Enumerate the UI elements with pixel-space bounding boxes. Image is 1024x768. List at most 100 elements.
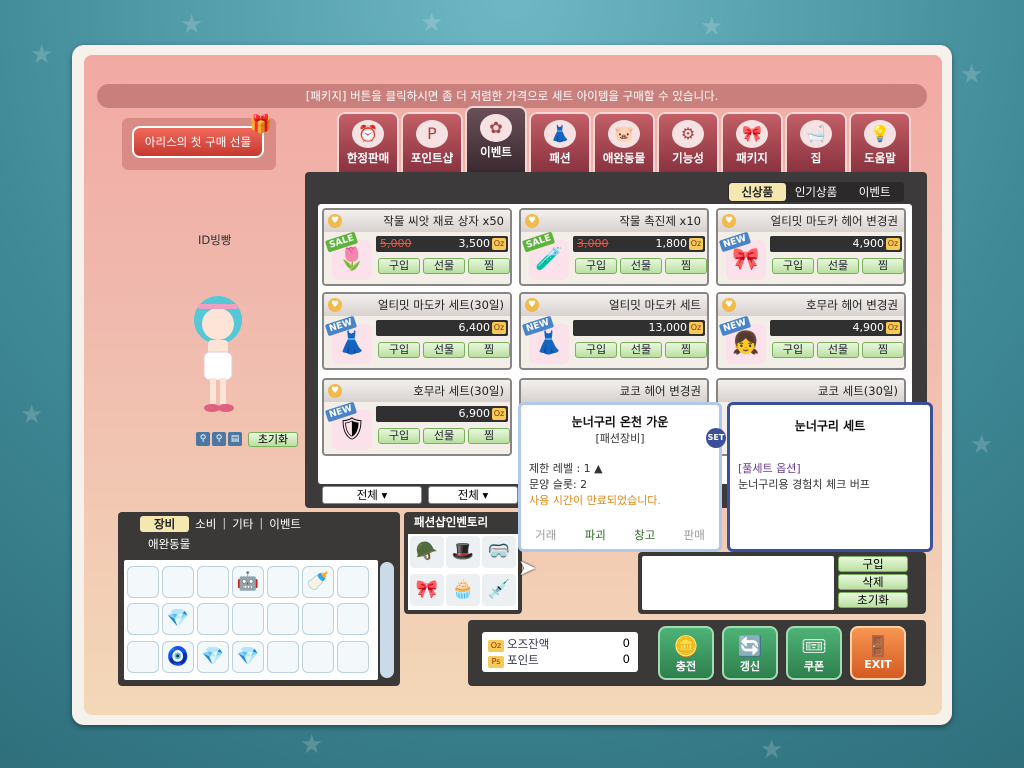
- sell-button[interactable]: 판매: [684, 527, 705, 543]
- inventory-slot[interactable]: [302, 640, 334, 673]
- pose-icon[interactable]: ⚲: [212, 432, 226, 446]
- tab-event[interactable]: ✿ 이벤트: [465, 106, 527, 172]
- wish-heart-icon[interactable]: ♥: [328, 384, 342, 398]
- wishlist-button[interactable]: 찜: [468, 258, 510, 274]
- tab-point-shop[interactable]: P 포인트샵: [401, 112, 463, 172]
- inventory-slot[interactable]: [232, 603, 264, 636]
- inv-tab-pets[interactable]: 애완동물: [148, 536, 190, 552]
- fashion-slot[interactable]: 🪖: [410, 536, 444, 568]
- inventory-slot[interactable]: 🧿: [162, 640, 194, 673]
- button-label: 충전: [675, 660, 697, 673]
- inv-tab-equip[interactable]: 장비: [140, 516, 190, 532]
- inventory-slot[interactable]: 💎: [197, 640, 229, 673]
- wishlist-button[interactable]: 찜: [468, 342, 510, 358]
- character-reset-button[interactable]: 초기화: [248, 432, 298, 447]
- filter-dropdown[interactable]: 전체 ▾: [322, 486, 422, 504]
- item-card[interactable]: 호무라 세트(30일) ♥ 🛡 NEW 6,900 Oz 구입 선물 찜: [322, 378, 512, 456]
- refresh-button[interactable]: 🔄 갱신: [722, 626, 778, 680]
- walk-icon[interactable]: ⚲: [196, 432, 210, 446]
- wishlist-button[interactable]: 찜: [468, 428, 510, 444]
- gift-button[interactable]: 선물: [620, 258, 662, 274]
- fashion-slot[interactable]: 🎀: [410, 574, 444, 606]
- delete-button[interactable]: 삭제: [838, 574, 908, 590]
- wishlist-button[interactable]: 찜: [665, 258, 707, 274]
- wish-heart-icon[interactable]: ♥: [328, 214, 342, 228]
- buy-button[interactable]: 구입: [378, 428, 420, 444]
- wish-heart-icon[interactable]: ♥: [722, 298, 736, 312]
- inventory-slot[interactable]: 🤖: [232, 566, 264, 598]
- gift-button[interactable]: 선물: [817, 342, 859, 358]
- inventory-slot[interactable]: 💎: [232, 640, 264, 673]
- exit-button[interactable]: 🚪 EXIT: [850, 626, 906, 680]
- item-card[interactable]: 얼티밋 마도카 세트 ♥ 👗 NEW 13,000 Oz 구입 선물 찜: [519, 292, 709, 370]
- equip-icon[interactable]: ▤: [228, 432, 242, 446]
- wish-heart-icon[interactable]: ♥: [525, 298, 539, 312]
- fashion-slot[interactable]: 🧁: [446, 574, 480, 606]
- inv-tab-consume[interactable]: 소비: [195, 516, 216, 532]
- inventory-slot[interactable]: [267, 603, 299, 636]
- inventory-slot[interactable]: [337, 640, 369, 673]
- filter-dropdown[interactable]: 전체 ▾: [428, 486, 518, 504]
- inventory-slot[interactable]: [267, 566, 299, 598]
- tab-limited-sale[interactable]: ⏰ 한정판매: [337, 112, 399, 172]
- fashion-slot[interactable]: 🥽: [482, 536, 516, 568]
- gift-button[interactable]: 선물: [423, 258, 465, 274]
- buy-all-button[interactable]: 구입: [838, 556, 908, 572]
- gift-button[interactable]: 선물: [620, 342, 662, 358]
- wish-heart-icon[interactable]: ♥: [328, 298, 342, 312]
- storage-button[interactable]: 창고: [634, 527, 655, 543]
- inventory-slot[interactable]: 💎: [162, 603, 194, 636]
- tab-help[interactable]: 💡 도움말: [849, 112, 911, 172]
- tab-package[interactable]: 🎀 패키지: [721, 112, 783, 172]
- inventory-slot[interactable]: [162, 566, 194, 598]
- first-purchase-gift-button[interactable]: 아리스의 첫 구매 선물: [132, 126, 264, 158]
- gift-button[interactable]: 선물: [423, 428, 465, 444]
- reset-button[interactable]: 초기화: [838, 592, 908, 608]
- gift-button[interactable]: 선물: [423, 342, 465, 358]
- inv-tab-event[interactable]: 이벤트: [269, 516, 301, 532]
- inventory-slot[interactable]: [267, 640, 299, 673]
- subtab-new[interactable]: 신상품: [729, 183, 786, 201]
- inv-tab-etc[interactable]: 기타: [232, 516, 253, 532]
- inventory-slot[interactable]: [302, 603, 334, 636]
- inventory-slot[interactable]: 🍼: [302, 566, 334, 598]
- wish-heart-icon[interactable]: ♥: [722, 214, 736, 228]
- wishlist-button[interactable]: 찜: [862, 342, 904, 358]
- inventory-slot[interactable]: [127, 603, 159, 636]
- item-card[interactable]: 작물 촉진제 x10 ♥ 🧪 SALE 3,000 1,800 Oz 구입 선물 찜: [519, 208, 709, 286]
- wishlist-button[interactable]: 찜: [665, 342, 707, 358]
- tab-functional[interactable]: ⚙ 기능성: [657, 112, 719, 172]
- inventory-slot[interactable]: [127, 640, 159, 673]
- inventory-slot[interactable]: [197, 603, 229, 636]
- tab-house[interactable]: 🛁 집: [785, 112, 847, 172]
- buy-button[interactable]: 구입: [772, 342, 814, 358]
- subtab-popular[interactable]: 인기상품: [788, 183, 845, 201]
- wishlist-button[interactable]: 찜: [862, 258, 904, 274]
- inventory-scrollbar[interactable]: [380, 562, 394, 678]
- item-card[interactable]: 얼티밋 마도카 세트(30일) ♥ 👗 NEW 6,400 Oz 구입 선물 찜: [322, 292, 512, 370]
- gift-button[interactable]: 선물: [817, 258, 859, 274]
- buy-button[interactable]: 구입: [772, 258, 814, 274]
- buy-button[interactable]: 구입: [575, 342, 617, 358]
- fashion-slot[interactable]: 🎩: [446, 536, 480, 568]
- inventory-slot[interactable]: [337, 603, 369, 636]
- inventory-slot[interactable]: [337, 566, 369, 598]
- inventory-slot[interactable]: [197, 566, 229, 598]
- buy-button[interactable]: 구입: [378, 342, 420, 358]
- wish-heart-icon[interactable]: ♥: [525, 214, 539, 228]
- inventory-tabs: 장비 소비 | 기타 | 이벤트: [140, 516, 301, 532]
- item-card[interactable]: 작물 씨앗 재료 상자 x50 ♥ 🌷 SALE 5,000 3,500 Oz 구입…: [322, 208, 512, 286]
- buy-button[interactable]: 구입: [378, 258, 420, 274]
- subtab-event[interactable]: 이벤트: [846, 183, 903, 201]
- trade-button[interactable]: 거래: [535, 527, 556, 543]
- item-card[interactable]: 얼티밋 마도카 헤어 변경권 ♥ 🎀 NEW 4,900 Oz 구입 선물 찜: [716, 208, 906, 286]
- tab-fashion[interactable]: 👗 패션: [529, 112, 591, 172]
- item-card[interactable]: 호무라 헤어 변경권 ♥ 👧 NEW 4,900 Oz 구입 선물 찜: [716, 292, 906, 370]
- fashion-slot[interactable]: 💉: [482, 574, 516, 606]
- destroy-button[interactable]: 파괴: [585, 527, 606, 543]
- tab-pets[interactable]: 🐷 애완동물: [593, 112, 655, 172]
- buy-button[interactable]: 구입: [575, 258, 617, 274]
- charge-button[interactable]: 🪙 충전: [658, 626, 714, 680]
- inventory-slot[interactable]: [127, 566, 159, 598]
- coupon-button[interactable]: 🎟 쿠폰: [786, 626, 842, 680]
